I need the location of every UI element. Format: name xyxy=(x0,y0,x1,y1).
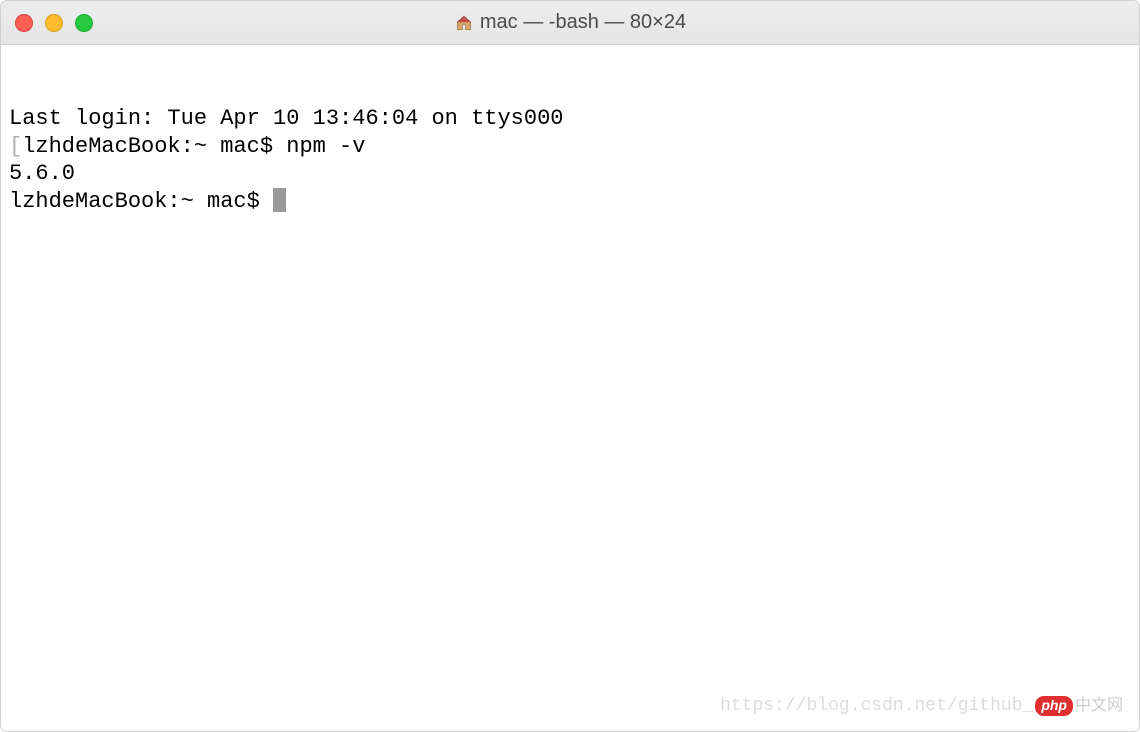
titlebar[interactable]: mac — -bash — 80×24 xyxy=(1,1,1139,45)
prompt-1-host: lzhdeMacBook:~ mac$ xyxy=(22,134,286,159)
prompt-1-cmd: npm -v xyxy=(286,134,365,159)
minimize-button[interactable] xyxy=(45,14,63,32)
terminal-body[interactable]: Last login: Tue Apr 10 13:46:04 on ttys0… xyxy=(1,45,1139,731)
terminal-line-output-1: 5.6.0 xyxy=(9,160,1131,188)
maximize-button[interactable] xyxy=(75,14,93,32)
watermark: https://blog.csdn.net/github_ php 中文网 xyxy=(720,695,1123,718)
prompt-2-host: lzhdeMacBook:~ mac$ xyxy=(9,189,273,214)
terminal-line-prompt-2: lzhdeMacBook:~ mac$ xyxy=(9,188,1131,216)
home-icon xyxy=(454,13,474,33)
php-badge: php xyxy=(1035,696,1073,716)
window-title: mac — -bash — 80×24 xyxy=(1,11,1139,34)
bracket-left-icon: [ xyxy=(9,134,22,159)
terminal-line-last-login: Last login: Tue Apr 10 13:46:04 on ttys0… xyxy=(9,105,1131,133)
watermark-url: https://blog.csdn.net/github_ xyxy=(720,695,1033,718)
watermark-cn: 中文网 xyxy=(1075,696,1123,716)
traffic-lights xyxy=(1,14,93,32)
terminal-line-prompt-1: [lzhdeMacBook:~ mac$ npm -v xyxy=(9,133,1131,161)
window-title-text: mac — -bash — 80×24 xyxy=(480,11,686,34)
terminal-window: mac — -bash — 80×24 Last login: Tue Apr … xyxy=(0,0,1140,732)
cursor-icon xyxy=(273,188,286,212)
close-button[interactable] xyxy=(15,14,33,32)
